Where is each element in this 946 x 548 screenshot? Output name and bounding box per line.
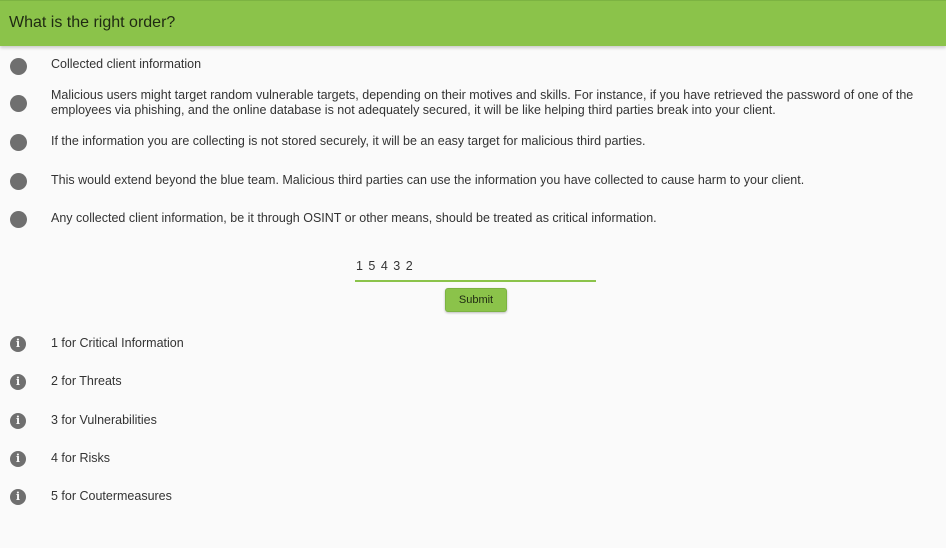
info-icon: i xyxy=(10,413,26,429)
hint-text: 1 for Critical Information xyxy=(51,336,184,350)
page-title: What is the right order? xyxy=(9,14,176,31)
bullet-dot-icon xyxy=(10,95,27,112)
info-icon: i xyxy=(10,374,26,390)
hint-text: 5 for Coutermeasures xyxy=(51,489,172,503)
info-icon: i xyxy=(10,451,26,467)
answer-input[interactable] xyxy=(355,252,596,282)
hint-text: 4 for Risks xyxy=(51,451,111,465)
bullet-dot-icon xyxy=(10,173,27,190)
statement-text: This would extend beyond the blue team. … xyxy=(51,173,805,187)
info-icon: i xyxy=(10,489,26,505)
statement-text: Collected client information xyxy=(51,57,202,71)
statement-text: If the information you are collecting is… xyxy=(51,134,646,148)
bullet-dot-icon xyxy=(10,58,27,75)
submit-button[interactable]: Submit xyxy=(445,288,507,312)
hint-text: 3 for Vulnerabilities xyxy=(51,413,157,427)
header-bar: What is the right order? xyxy=(0,0,946,46)
info-icon: i xyxy=(10,336,26,352)
statement-text: Malicious users might target random vuln… xyxy=(51,88,914,117)
bullet-dot-icon xyxy=(10,134,27,151)
bullet-dot-icon xyxy=(10,211,27,228)
statement-text: Any collected client information, be it … xyxy=(51,211,657,225)
hint-text: 2 for Threats xyxy=(51,374,122,388)
